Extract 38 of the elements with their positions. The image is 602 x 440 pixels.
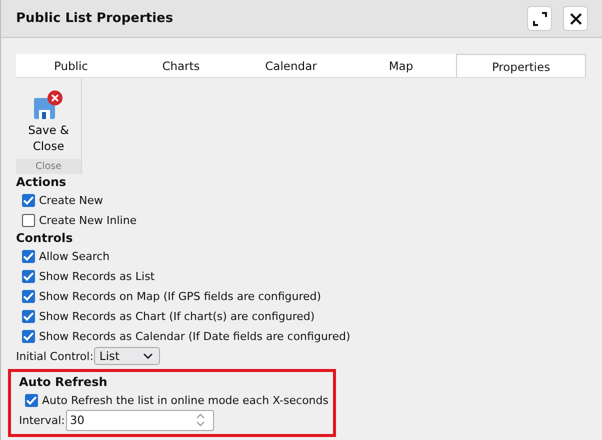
tab[interactable]: Public — [16, 54, 126, 77]
window-title: Public List Properties — [16, 11, 174, 26]
save-close-button[interactable]: Save & Close — [28, 78, 69, 156]
close-icon — [570, 12, 582, 24]
checkbox[interactable] — [22, 310, 35, 322]
checkbox-label: Show Records as Calendar (If Date fields are configured) — [39, 330, 350, 342]
save-cancel-icon — [33, 90, 64, 120]
chevron-down-icon — [143, 353, 154, 359]
maximize-button[interactable] — [527, 6, 552, 31]
checkbox[interactable] — [22, 290, 35, 302]
checkbox[interactable] — [22, 214, 35, 226]
checkbox-label: Create New Inline — [39, 214, 137, 226]
close-button[interactable] — [563, 6, 588, 31]
dropdown[interactable]: List — [94, 347, 160, 365]
maximize-icon — [532, 12, 546, 26]
number-field[interactable]: 30 — [66, 410, 214, 430]
group-label: Close — [16, 159, 81, 174]
checkbox[interactable] — [22, 250, 35, 262]
tab[interactable]: Charts — [126, 54, 236, 77]
checkbox-label: Show Records as List — [39, 270, 155, 282]
section-heading: Auto Refresh — [19, 374, 108, 390]
tab[interactable]: Map — [346, 54, 456, 77]
spinner-icon[interactable] — [196, 413, 205, 427]
field-label: Initial Control: — [16, 350, 94, 362]
section-heading: Controls — [16, 230, 74, 246]
section-heading: Actions — [16, 174, 68, 190]
checkbox-label: Auto Refresh the list in online mode each X-seconds — [42, 394, 328, 406]
tab[interactable]: Properties — [456, 54, 586, 77]
checkbox-label: Show Records on Map (If GPS fields are configured) — [39, 290, 322, 302]
checkbox[interactable] — [22, 270, 35, 282]
checkbox[interactable] — [25, 394, 38, 406]
tab[interactable]: Calendar — [236, 54, 346, 77]
checkbox-label: Allow Search — [39, 250, 110, 262]
checkbox-label: Create New — [39, 194, 104, 206]
checkbox-label: Show Records as Chart (If chart(s) are configured) — [39, 310, 315, 322]
checkbox[interactable] — [22, 330, 35, 342]
field-label: Interval: — [19, 414, 65, 426]
checkbox[interactable] — [22, 194, 35, 206]
